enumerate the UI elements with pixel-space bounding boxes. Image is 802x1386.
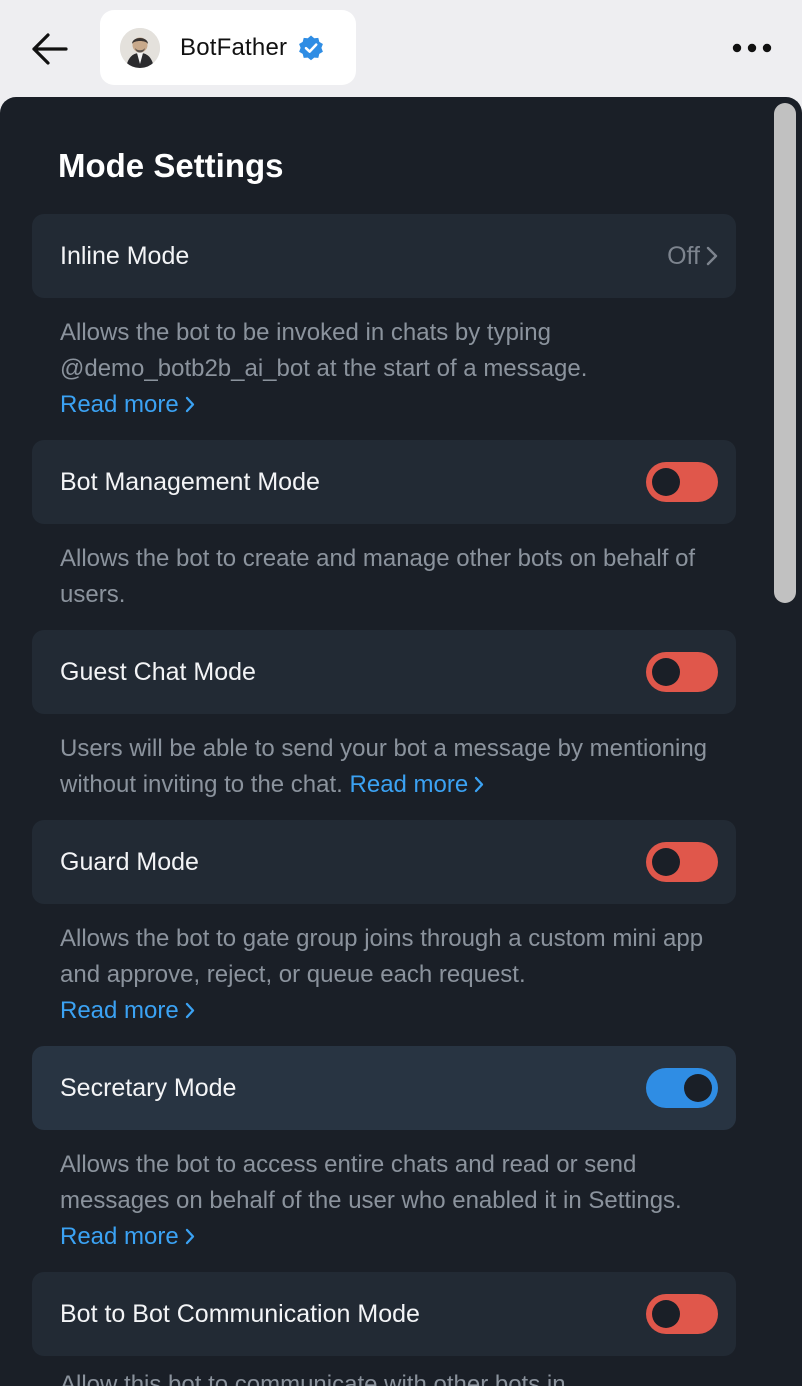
scrollbar-thumb[interactable] [774, 103, 796, 603]
row-description: Allows the bot to be invoked in chats by… [60, 315, 720, 423]
chevron-right-icon [475, 776, 484, 793]
description-text: Allows the bot to be invoked in chats by… [60, 319, 588, 382]
read-more-link[interactable]: Read more [350, 771, 485, 798]
row-description: Allows the bot to create and manage othe… [60, 541, 720, 613]
inline-mode-status: Off [667, 241, 700, 270]
row-description: Allows the bot to gate group joins throu… [60, 921, 720, 1029]
arrow-left-icon [32, 33, 68, 65]
read-more-link[interactable]: Read more [60, 997, 195, 1024]
more-options-button[interactable] [728, 30, 776, 66]
row-label: Guard Mode [60, 847, 199, 876]
row-label: Guest Chat Mode [60, 657, 256, 686]
bot-to-bot-toggle[interactable] [646, 1294, 718, 1334]
guard-mode-toggle[interactable] [646, 842, 718, 882]
row-secretary-mode[interactable]: Secretary Mode [32, 1046, 736, 1130]
verified-badge-icon [299, 35, 324, 60]
chat-title-pill[interactable]: BotFather [100, 10, 356, 85]
read-more-label: Read more [349, 771, 469, 798]
row-description: Allow this bot to communicate with other… [60, 1367, 720, 1386]
secretary-mode-toggle[interactable] [646, 1068, 718, 1108]
chevron-right-icon [706, 246, 718, 266]
row-guest-chat-mode[interactable]: Guest Chat Mode [32, 630, 736, 714]
toggle-knob [652, 658, 680, 686]
page-title: Mode Settings [58, 147, 284, 184]
guest-chat-toggle[interactable] [646, 652, 718, 692]
toggle-knob [684, 1074, 712, 1102]
read-more-label: Read more [60, 997, 179, 1024]
chevron-right-icon [185, 1002, 194, 1019]
read-more-link[interactable]: Read more [60, 391, 195, 418]
row-bot-to-bot-mode[interactable]: Bot to Bot Communication Mode [32, 1272, 736, 1356]
toggle-knob [652, 468, 680, 496]
avatar [120, 27, 160, 68]
chat-header: BotFather [0, 0, 802, 98]
more-horizontal-icon [732, 43, 772, 53]
row-label: Bot to Bot Communication Mode [60, 1299, 420, 1328]
bot-management-toggle[interactable] [646, 462, 718, 502]
chevron-right-icon [185, 396, 194, 413]
row-label: Secretary Mode [60, 1073, 237, 1102]
description-text: Allows the bot to gate group joins throu… [60, 925, 704, 988]
row-description: Allows the bot to access entire chats an… [60, 1147, 720, 1255]
row-bot-management-mode[interactable]: Bot Management Mode [32, 440, 736, 524]
read-more-label: Read more [60, 391, 179, 418]
toggle-knob [652, 848, 680, 876]
description-text: Allows the bot to access entire chats an… [60, 1151, 682, 1214]
row-value: Off [667, 242, 718, 271]
description-text: Allow this bot to communicate with other… [60, 1371, 566, 1386]
back-button[interactable] [26, 26, 72, 72]
row-guard-mode[interactable]: Guard Mode [32, 820, 736, 904]
read-more-link[interactable]: Read more [60, 1223, 195, 1250]
row-label: Bot Management Mode [60, 467, 320, 496]
mode-settings-panel: Mode Settings Inline Mode Off Allows the… [0, 97, 802, 1386]
row-label: Inline Mode [60, 241, 190, 270]
row-inline-mode[interactable]: Inline Mode Off [32, 214, 736, 298]
row-description: Users will be able to send your bot a me… [60, 731, 720, 803]
toggle-knob [652, 1300, 680, 1328]
read-more-label: Read more [60, 1223, 179, 1250]
description-text: Allows the bot to create and manage othe… [60, 545, 696, 608]
chat-name: BotFather [180, 33, 288, 61]
chevron-right-icon [185, 1228, 194, 1245]
